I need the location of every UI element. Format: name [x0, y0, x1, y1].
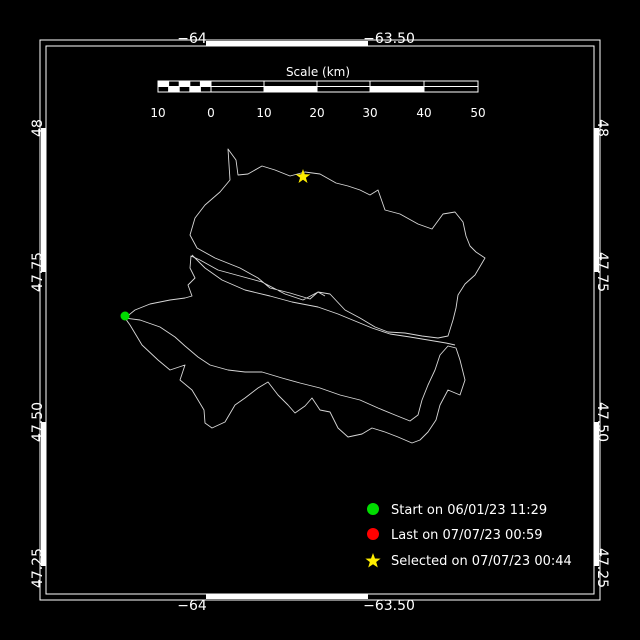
legend: Start on 06/01/23 11:29 Last on 07/07/23…	[365, 503, 572, 569]
scale-bar-label: 0	[207, 106, 215, 120]
legend-selected-label: Selected on 07/07/23 00:44	[391, 554, 572, 569]
start-marker[interactable]	[120, 311, 130, 321]
left-tick-label: 47.50	[30, 402, 46, 442]
top-tick-label: −63.50	[363, 31, 415, 47]
right-tick-label: 47.25	[594, 548, 610, 588]
scale-bar-label: 40	[416, 106, 431, 120]
track-map: −64 −63.50 −64 −63.50 48 47.75 47.50 47.…	[0, 0, 640, 640]
right-tick-label: 47.75	[594, 252, 610, 292]
scale-bar-title: Scale (km)	[286, 65, 350, 79]
scale-bar-label: 10	[150, 106, 165, 120]
start-legend-icon	[367, 503, 379, 515]
legend-start-label: Start on 06/01/23 11:29	[391, 503, 547, 518]
scale-bar-label: 20	[309, 106, 324, 120]
bottom-tick-label: −64	[177, 598, 207, 614]
legend-last-label: Last on 07/07/23 00:59	[391, 528, 543, 543]
left-tick-label: 47.25	[30, 548, 46, 588]
scale-bar-label: 10	[256, 106, 271, 120]
top-tick-label: −64	[177, 31, 207, 47]
left-tick-label: 47.75	[30, 252, 46, 292]
left-tick-label: 48	[30, 119, 46, 137]
right-tick-label: 48	[594, 119, 610, 137]
scale-bar-label: 50	[470, 106, 485, 120]
right-tick-label: 47.50	[594, 402, 610, 442]
map-background	[0, 0, 640, 640]
last-legend-icon	[367, 528, 379, 540]
bottom-tick-label: −63.50	[363, 598, 415, 614]
scale-bar-label: 30	[362, 106, 377, 120]
